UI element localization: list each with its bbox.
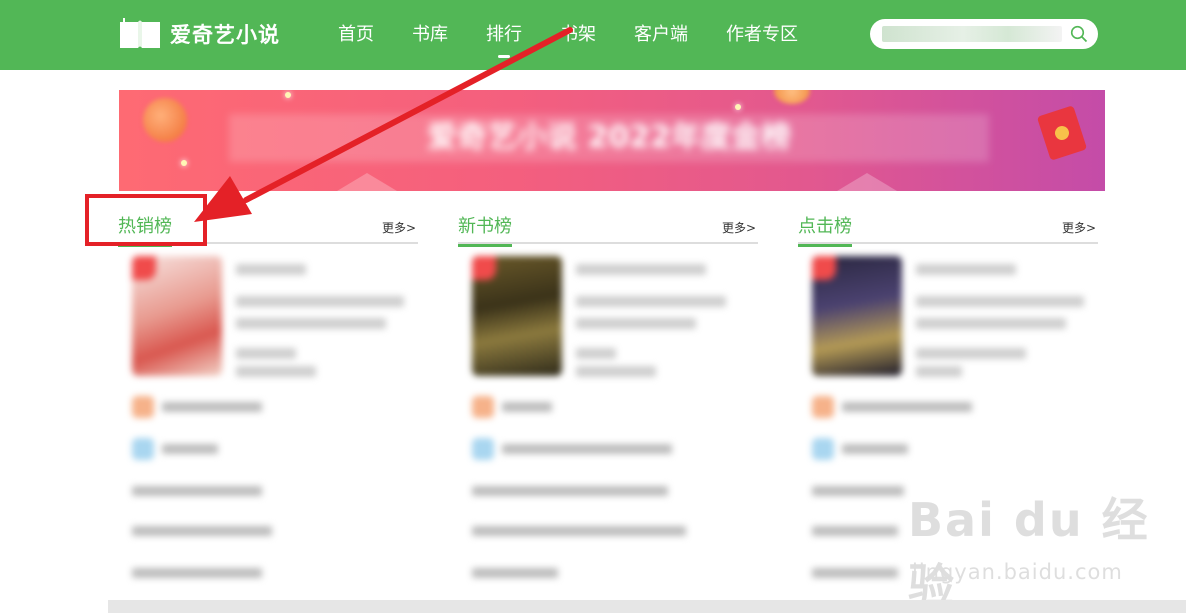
- page-bottom-edge: [108, 600, 1186, 613]
- watermark-url: jingyan.baidu.com: [912, 560, 1123, 584]
- watermark-brand: Bai du 经验: [908, 493, 1150, 613]
- baidu-jingyan-watermark: Bai du 经验 jingyan.baidu.com: [908, 480, 1178, 613]
